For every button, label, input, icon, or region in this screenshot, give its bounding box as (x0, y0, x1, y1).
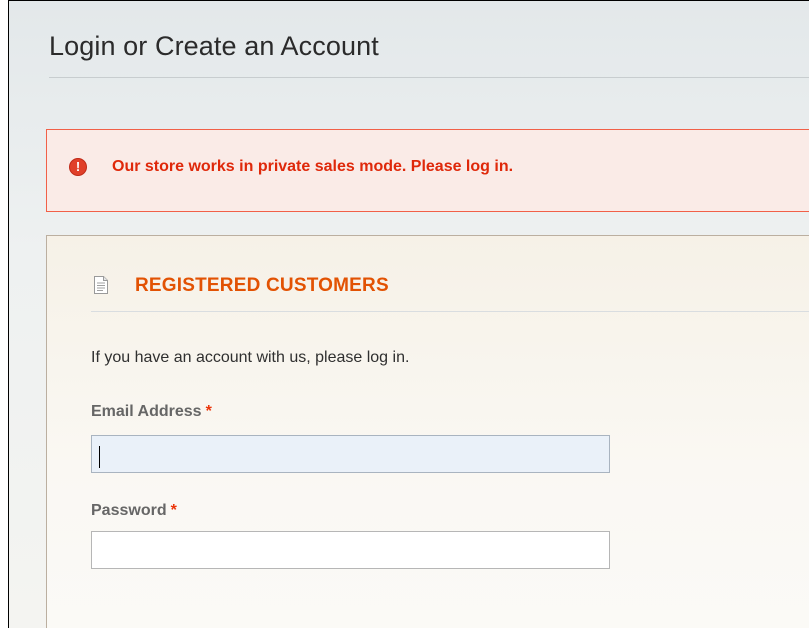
section-title: REGISTERED CUSTOMERS (135, 275, 389, 296)
document-icon (94, 276, 108, 294)
email-required-mark: * (205, 403, 212, 420)
email-input[interactable] (91, 435, 610, 473)
page-title: Login or Create an Account (49, 31, 379, 61)
page-frame: Login or Create an Account ! Our store w… (8, 0, 809, 628)
password-input[interactable] (91, 531, 610, 569)
password-required-mark: * (170, 502, 177, 519)
error-message-box: ! Our store works in private sales mode.… (46, 129, 809, 212)
login-intro-text: If you have an account with us, please l… (91, 349, 410, 366)
section-divider (91, 311, 809, 312)
email-label: Email Address * (91, 403, 212, 421)
password-label: Password * (91, 502, 177, 520)
password-label-text: Password (91, 502, 167, 519)
email-label-text: Email Address (91, 403, 202, 420)
text-cursor (99, 446, 100, 468)
error-icon: ! (69, 158, 87, 176)
registered-customers-panel: REGISTERED CUSTOMERS If you have an acco… (46, 235, 809, 628)
title-divider (49, 77, 809, 78)
error-message-text: Our store works in private sales mode. P… (112, 158, 514, 175)
